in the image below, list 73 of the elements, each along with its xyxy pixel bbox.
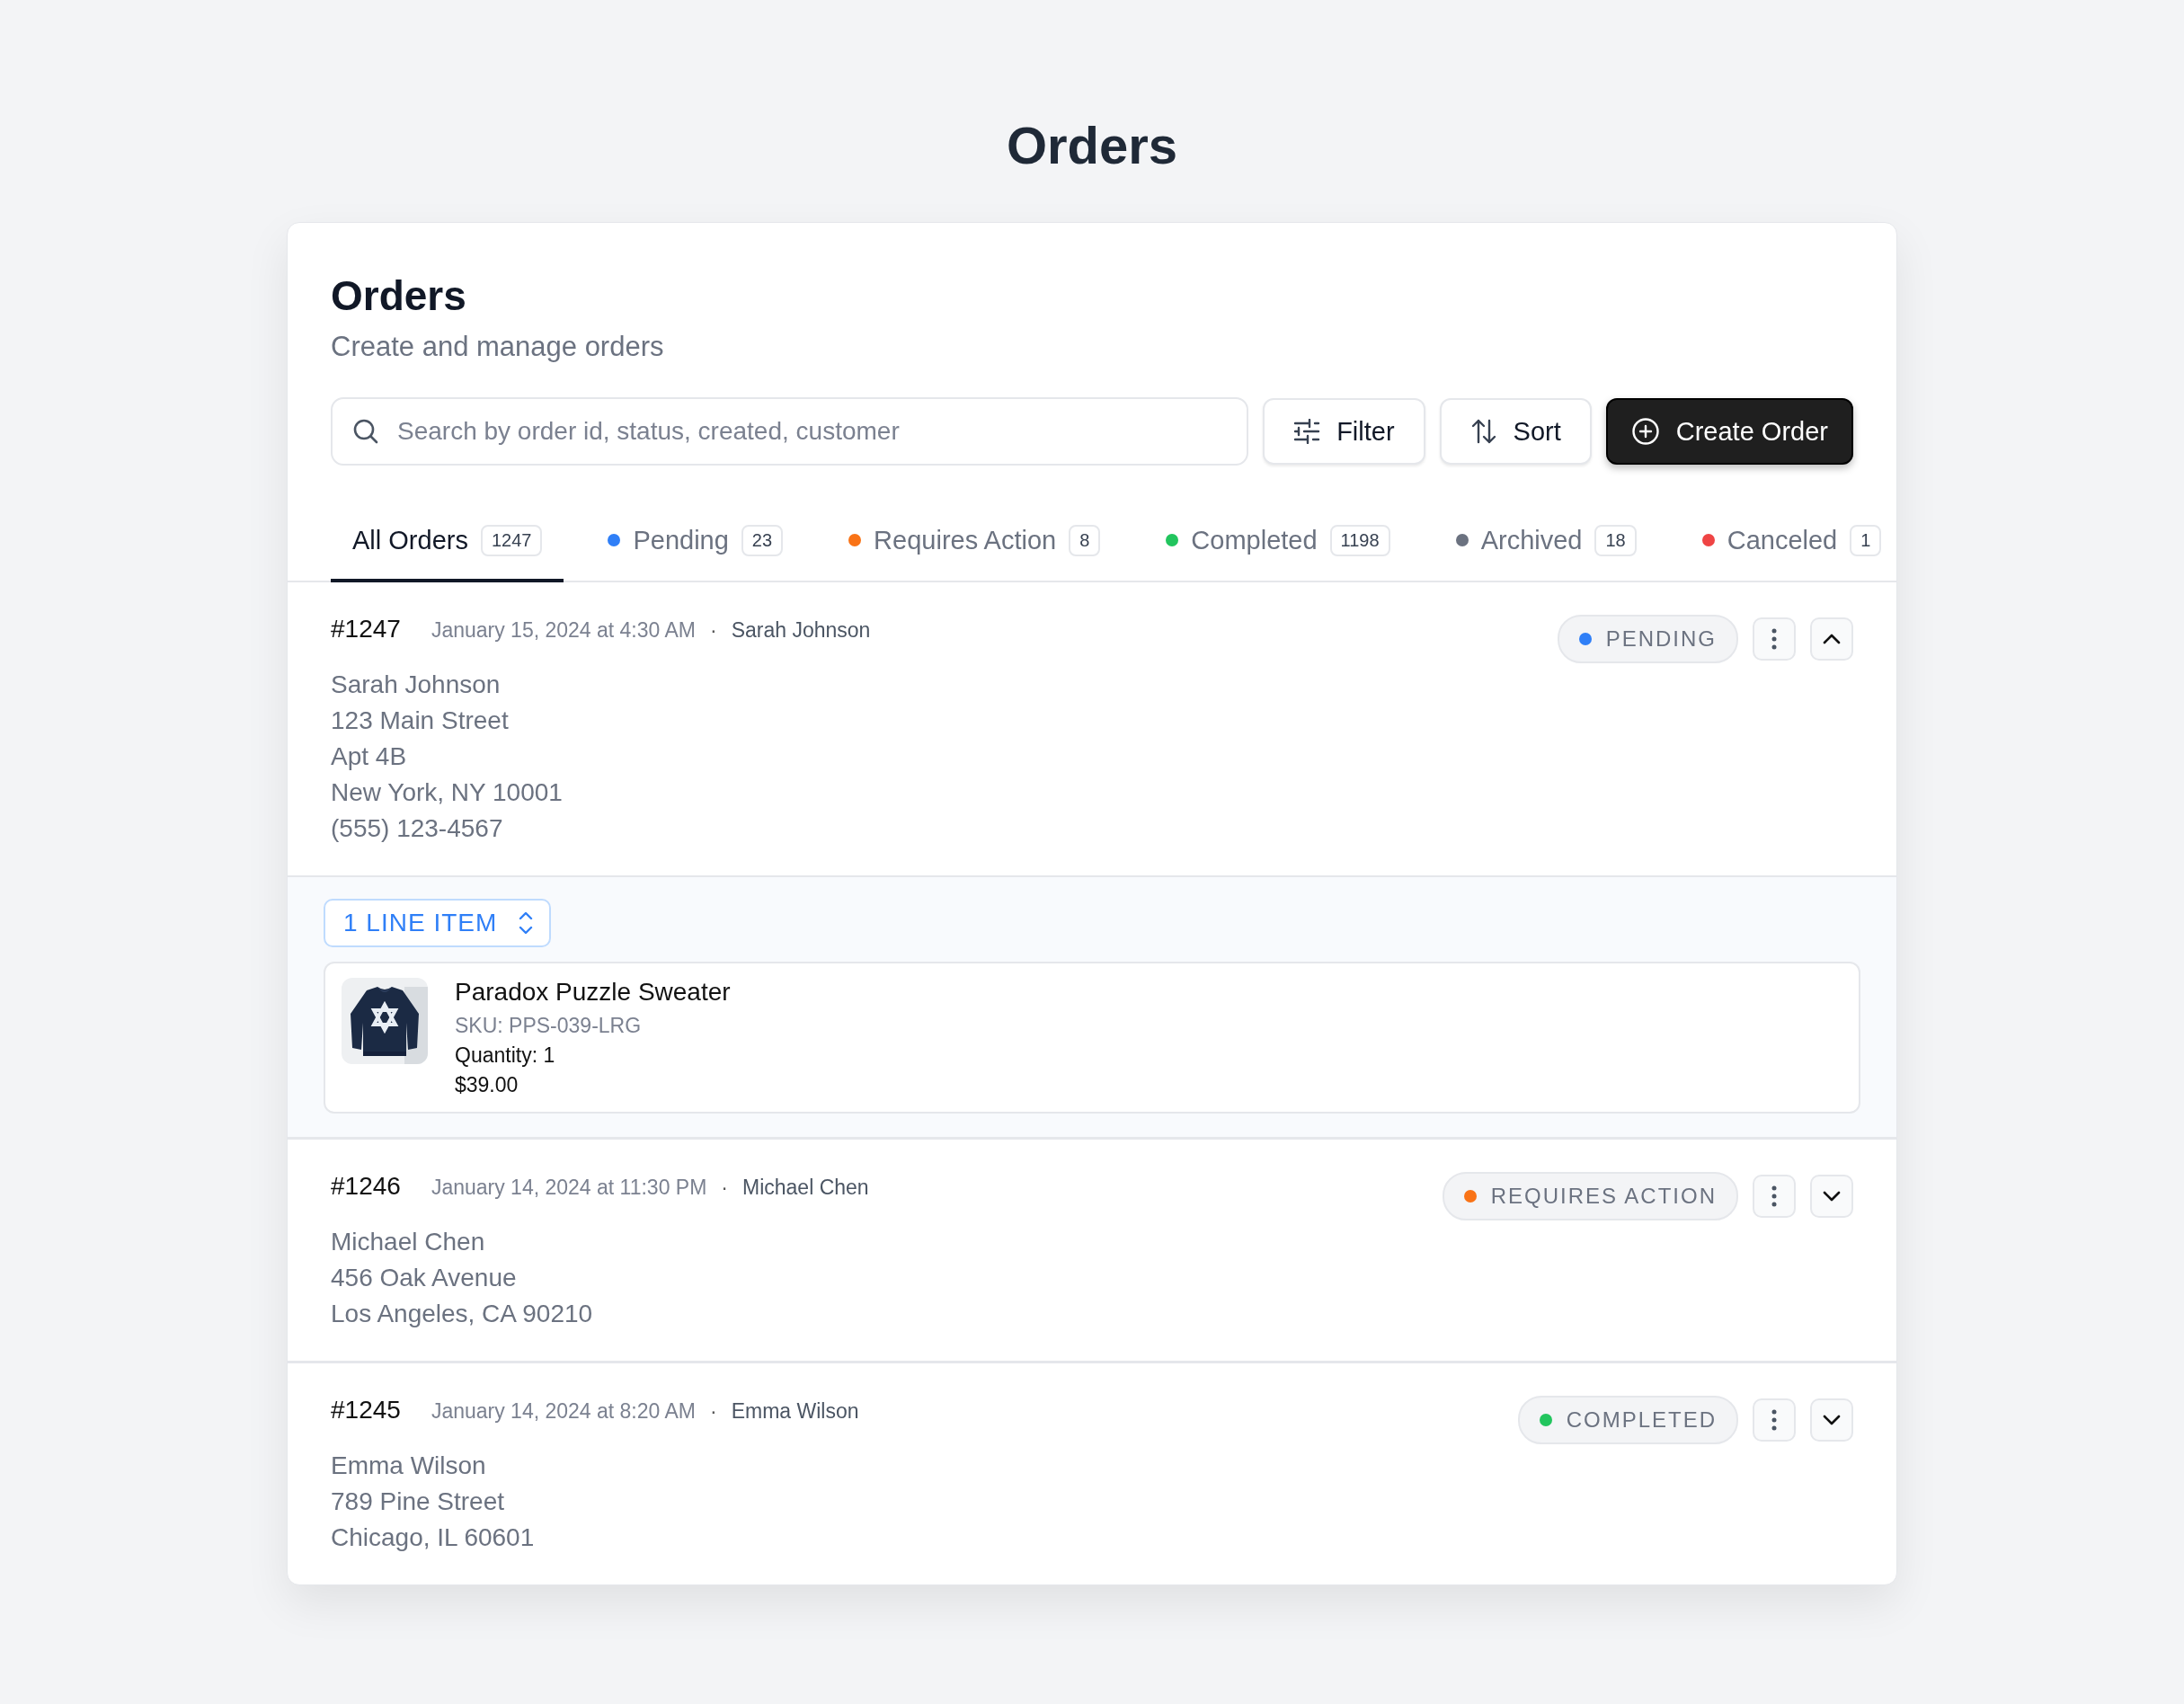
count-badge: 23 [741, 524, 784, 556]
updown-chevron-icon [519, 911, 534, 935]
order-date: January 14, 2024 at 8:20 AM [431, 1399, 696, 1424]
tab-label: Requires Action [874, 525, 1057, 555]
more-button[interactable] [1753, 617, 1796, 661]
expand-button[interactable] [1810, 1175, 1853, 1218]
count-badge: 1198 [1329, 524, 1390, 556]
order-date: January 15, 2024 at 4:30 AM [431, 618, 696, 643]
search-field[interactable]: Search by order id, status, created, customer [331, 397, 1249, 466]
filter-tab[interactable]: All Orders 1247 [331, 501, 564, 582]
order-date: January 14, 2024 at 11:30 PM [431, 1176, 707, 1200]
plus-circle-icon [1630, 417, 1660, 446]
filter-tab[interactable]: Archived 18 [1434, 501, 1658, 582]
count-badge: 8 [1069, 524, 1101, 556]
collapse-button[interactable] [1810, 617, 1853, 661]
more-icon [1771, 1409, 1777, 1431]
address-line: 123 Main Street [331, 706, 509, 736]
tab-label: Pending [633, 525, 729, 555]
chevron-down-icon [1823, 1415, 1841, 1425]
order-number: #1245 [331, 1396, 401, 1424]
product-sku: SKU: PPS-039-LRG [455, 1014, 642, 1038]
chevron-up-icon [1823, 634, 1841, 644]
card-title: Orders [331, 271, 466, 320]
address-line: Michael Chen [331, 1227, 485, 1257]
page-title: Orders [1006, 115, 1178, 175]
address-line: Emma Wilson [331, 1451, 486, 1481]
tab-label: All Orders [352, 525, 468, 555]
address-line: New York, NY 10001 [331, 777, 563, 808]
filter-tab[interactable]: Requires Action 8 [827, 501, 1123, 582]
filter-tab[interactable]: Pending 23 [586, 501, 805, 582]
tab-label: Archived [1480, 525, 1583, 555]
customer-name: Michael Chen [742, 1176, 869, 1200]
status-label: REQUIRES ACTION [1490, 1184, 1717, 1209]
address-line: Los Angeles, CA 90210 [331, 1299, 593, 1329]
filter-tab[interactable]: Canceled 1 [1680, 501, 1896, 582]
address-line: 789 Pine Street [331, 1487, 505, 1517]
product-quantity: Quantity: 1 [455, 1043, 555, 1068]
customer-name: Emma Wilson [731, 1399, 859, 1424]
status-label: PENDING [1605, 626, 1717, 652]
filter-button[interactable]: Filter [1263, 398, 1425, 465]
product-name: Paradox Puzzle Sweater [455, 978, 731, 1007]
card-subtitle: Create and manage orders [331, 331, 664, 363]
more-icon [1771, 628, 1777, 650]
count-badge: 1247 [480, 524, 543, 556]
address-line: 456 Oak Avenue [331, 1263, 517, 1293]
search-icon [352, 418, 379, 445]
status-label: COMPLETED [1566, 1407, 1717, 1433]
tab-label: Canceled [1727, 525, 1838, 555]
order-number: #1246 [331, 1172, 401, 1201]
address-line: Sarah Johnson [331, 670, 501, 700]
line-items-toggle[interactable]: 1 LINE ITEM [324, 899, 552, 947]
more-button[interactable] [1753, 1398, 1796, 1442]
address-line: Apt 4B [331, 741, 407, 772]
separator-dot: · [721, 1176, 728, 1200]
expand-button[interactable] [1810, 1398, 1853, 1442]
product-price: $39.00 [455, 1073, 519, 1097]
separator-dot: · [709, 1399, 717, 1424]
address-line: (555) 123-4567 [331, 813, 503, 844]
chevron-down-icon [1823, 1191, 1841, 1202]
order-number: #1247 [331, 615, 401, 643]
sort-icon [1469, 418, 1497, 445]
separator-dot: · [709, 618, 717, 643]
sort-button[interactable]: Sort [1439, 398, 1592, 465]
customer-name: Sarah Johnson [731, 618, 871, 643]
count-badge: 1 [1850, 524, 1882, 556]
create-button[interactable]: Create Order [1605, 398, 1853, 465]
more-icon [1771, 1185, 1777, 1207]
address-line: Chicago, IL 60601 [331, 1522, 535, 1553]
filter-tab[interactable]: Completed 1198 [1144, 501, 1412, 582]
count-badge: 18 [1594, 524, 1637, 556]
tab-label: Completed [1191, 525, 1318, 555]
more-button[interactable] [1753, 1175, 1796, 1218]
sliders-icon [1293, 419, 1321, 444]
